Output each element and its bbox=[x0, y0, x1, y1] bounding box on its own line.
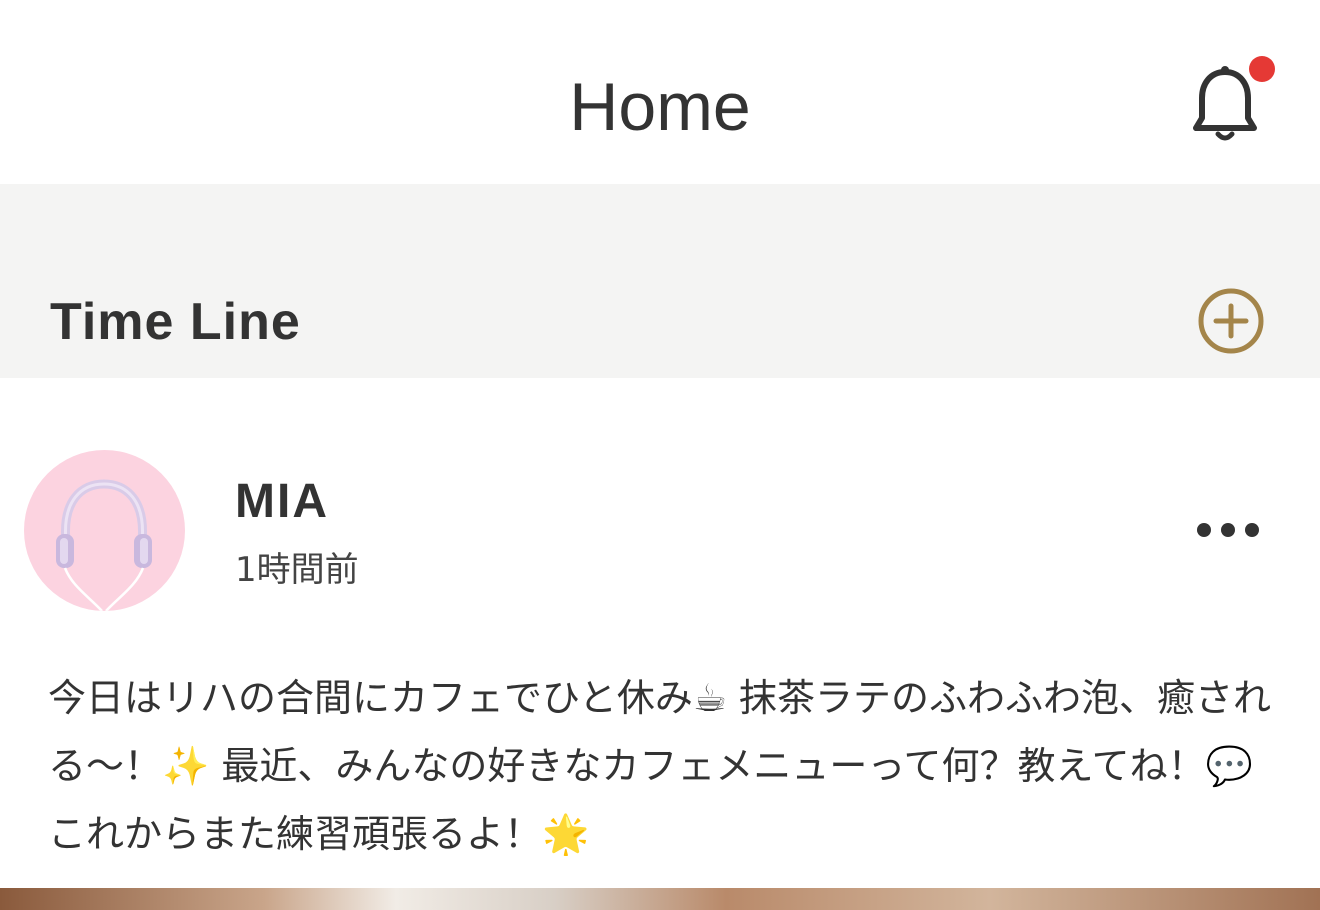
more-horizontal-icon bbox=[1197, 523, 1259, 537]
post-text: 今日はリハの合間にカフェでひと休み☕ 抹茶ラテのふわふわ泡、癒される〜！✨ 最近… bbox=[48, 676, 1272, 856]
plus-circle-icon bbox=[1198, 288, 1264, 354]
page-title: Home bbox=[569, 69, 751, 145]
notification-badge bbox=[1249, 56, 1275, 82]
app-header: Home bbox=[0, 0, 1320, 184]
add-post-button[interactable] bbox=[1196, 286, 1266, 356]
post-more-button[interactable] bbox=[1190, 508, 1266, 552]
post-author[interactable]: MIA bbox=[235, 470, 329, 534]
post-timestamp: 1時間前 bbox=[235, 550, 359, 590]
post-photo bbox=[0, 888, 1320, 910]
timeline-title: Time Line bbox=[50, 293, 301, 351]
timeline-section-header: Time Line bbox=[0, 184, 1320, 378]
headphones-avatar bbox=[24, 450, 185, 611]
post-image[interactable] bbox=[0, 888, 1320, 910]
avatar[interactable] bbox=[24, 450, 185, 611]
